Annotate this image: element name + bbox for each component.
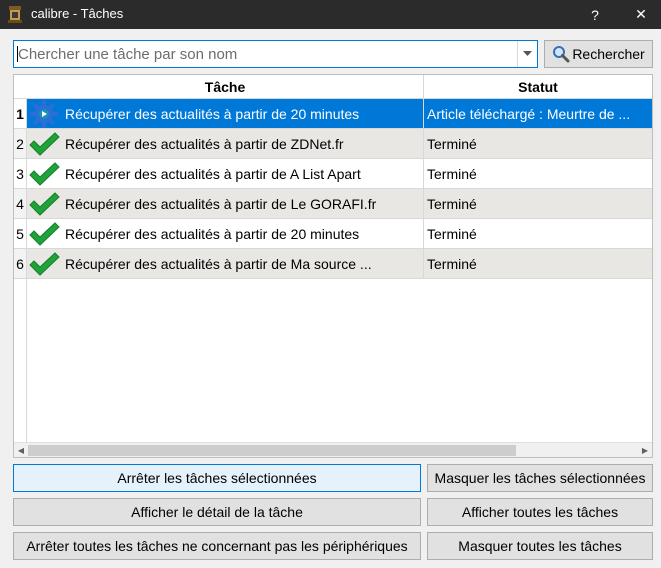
help-icon: ? [591, 6, 599, 23]
magnifier-icon [553, 46, 570, 63]
table-row[interactable]: 4 Récupérer des actualités à partir de Le… [14, 189, 652, 219]
search-input[interactable] [18, 41, 513, 67]
status-cell[interactable]: Terminé [424, 159, 652, 189]
show-job-details-button[interactable]: Afficher le détail de la tâche [13, 498, 421, 526]
row-number[interactable]: 2 [14, 129, 27, 159]
checkmark-icon [27, 159, 61, 189]
hide-all-jobs-button[interactable]: Masquer toutes les tâches [427, 532, 653, 560]
status-cell[interactable]: Terminé [424, 219, 652, 249]
combobox-dropdown-button[interactable] [517, 41, 537, 67]
table-row[interactable]: 6 Récupérer des actualités à partir de Ma… [14, 249, 652, 279]
show-all-jobs-button[interactable]: Afficher toutes les tâches [427, 498, 653, 526]
calibre-app-icon [8, 6, 22, 23]
status-cell[interactable]: Terminé [424, 129, 652, 159]
search-button[interactable]: Rechercher [544, 40, 653, 68]
checkmark-icon [27, 249, 61, 279]
task-cell[interactable]: Récupérer des actualités à partir de 20 … [27, 219, 424, 249]
table-row[interactable]: 1 Récupérer des actualités à partir de 20… [14, 99, 652, 129]
task-name: Récupérer des actualités à partir de ZDN… [65, 135, 344, 152]
task-name: Récupérer des actualités à partir de A L… [65, 165, 361, 182]
task-cell[interactable]: Récupérer des actualités à partir de ZDN… [27, 129, 424, 159]
task-cell[interactable]: Récupérer des actualités à partir de A L… [27, 159, 424, 189]
column-header-status[interactable]: Statut [424, 75, 652, 99]
scroll-left-icon[interactable]: ◀ [14, 443, 28, 457]
row-number[interactable]: 6 [14, 249, 27, 279]
close-icon: ✕ [635, 6, 647, 22]
table-row[interactable]: 3 Récupérer des actualités à partir de A … [14, 159, 652, 189]
task-name: Récupérer des actualités à partir de Le … [65, 195, 377, 212]
task-name: Récupérer des actualités à partir de 20 … [65, 105, 360, 122]
hide-selected-jobs-button[interactable]: Masquer les tâches sélectionnées [427, 464, 653, 492]
status-cell[interactable]: Article téléchargé : Meurtre de ... [424, 99, 652, 129]
close-button[interactable]: ✕ [618, 0, 661, 29]
row-number-gutter [14, 279, 27, 443]
column-header-task[interactable]: Tâche [27, 75, 424, 99]
table-row[interactable]: 5 Récupérer des actualités à partir de 20… [14, 219, 652, 249]
row-number[interactable]: 3 [14, 159, 27, 189]
window-title: calibre - Tâches [31, 6, 124, 21]
task-cell[interactable]: Récupérer des actualités à partir de Ma … [27, 249, 424, 279]
search-combobox[interactable] [13, 40, 538, 68]
stop-non-device-jobs-button[interactable]: Arrêter toutes les tâches ne concernant … [13, 532, 421, 560]
horizontal-scrollbar[interactable]: ◀ ▶ [14, 442, 652, 457]
checkmark-icon [27, 189, 61, 219]
task-cell[interactable]: Récupérer des actualités à partir de Le … [27, 189, 424, 219]
scrollbar-thumb[interactable] [28, 445, 516, 456]
scroll-right-icon[interactable]: ▶ [638, 443, 652, 457]
checkmark-icon [27, 219, 61, 249]
jobs-table[interactable]: Tâche Statut 1 Récupérer des actualités à… [13, 74, 653, 458]
checkmark-icon [27, 129, 61, 159]
status-cell[interactable]: Terminé [424, 189, 652, 219]
task-name: Récupérer des actualités à partir de 20 … [65, 225, 360, 242]
status-cell[interactable]: Terminé [424, 249, 652, 279]
row-number[interactable]: 5 [14, 219, 27, 249]
row-number[interactable]: 1 [14, 99, 27, 129]
help-button[interactable]: ? [572, 0, 618, 29]
task-cell[interactable]: Récupérer des actualités à partir de 20 … [27, 99, 424, 129]
title-bar: calibre - Tâches ? ✕ [0, 0, 661, 29]
table-row[interactable]: 2 Récupérer des actualités à partir de ZD… [14, 129, 652, 159]
search-button-label: Rechercher [572, 46, 645, 62]
chevron-down-icon [523, 51, 532, 56]
table-header: Tâche Statut [14, 75, 652, 99]
row-number[interactable]: 4 [14, 189, 27, 219]
task-name: Récupérer des actualités à partir de Ma … [65, 255, 372, 272]
stop-selected-jobs-button[interactable]: Arrêter les tâches sélectionnées [13, 464, 421, 492]
gear-icon [27, 99, 61, 129]
